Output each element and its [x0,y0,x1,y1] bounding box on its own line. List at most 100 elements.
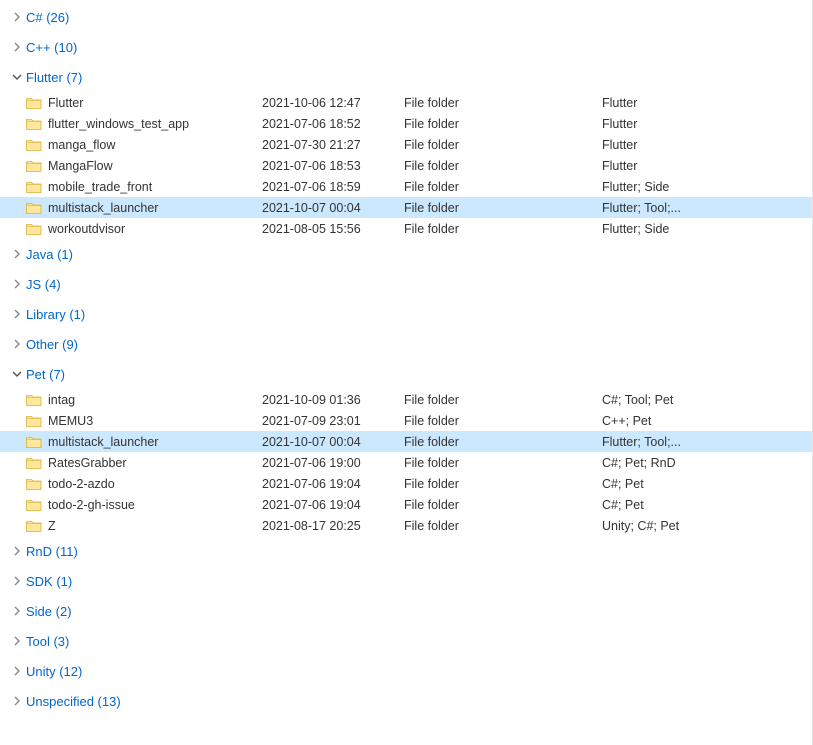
file-name-cell: manga_flow [26,138,262,152]
group-label: Side (2) [26,604,72,619]
file-tags: Unity; C#; Pet [602,519,812,533]
chevron-right-icon [10,636,24,646]
chevron-right-icon [10,696,24,706]
file-name: intag [48,393,75,407]
file-type: File folder [404,477,602,491]
file-type: File folder [404,414,602,428]
chevron-down-icon [10,369,24,379]
file-row[interactable]: multistack_launcher2021-10-07 00:04File … [0,197,812,218]
file-row[interactable]: flutter_windows_test_app 2021-07-06 18:52… [0,113,812,134]
file-row[interactable]: mobile_trade_front2021-07-06 18:59File f… [0,176,812,197]
folder-icon [26,201,42,215]
folder-icon [26,393,42,407]
file-name-cell: MEMU3 [26,414,262,428]
file-row[interactable]: manga_flow2021-07-30 21:27File folderFlu… [0,134,812,155]
group-label: Java (1) [26,247,73,262]
group-label: Other (9) [26,337,78,352]
chevron-right-icon [10,576,24,586]
file-date: 2021-10-07 00:04 [262,201,404,215]
group-header-js[interactable]: JS (4) [0,269,812,299]
group-label: Pet (7) [26,367,65,382]
group-label: C++ (10) [26,40,77,55]
file-name-cell: workoutdvisor [26,222,262,236]
file-tags: Flutter [602,138,812,152]
group-header-rnd[interactable]: RnD (11) [0,536,812,566]
file-date: 2021-07-06 19:04 [262,498,404,512]
folder-icon [26,477,42,491]
file-name: MEMU3 [48,414,93,428]
group-header-flutter[interactable]: Flutter (7) [0,62,812,92]
group-header-side[interactable]: Side (2) [0,596,812,626]
file-date: 2021-07-06 18:52 [262,117,404,131]
group-label: JS (4) [26,277,61,292]
file-name-cell: mobile_trade_front [26,180,262,194]
file-row[interactable]: RatesGrabber2021-07-06 19:00File folderC… [0,452,812,473]
group-label: C# (26) [26,10,69,25]
group-header-tool[interactable]: Tool (3) [0,626,812,656]
group-header-library[interactable]: Library (1) [0,299,812,329]
group-header-java[interactable]: Java (1) [0,239,812,269]
folder-icon [26,180,42,194]
file-name-cell: Z [26,519,262,533]
file-type: File folder [404,96,602,110]
folder-icon [26,138,42,152]
file-row[interactable]: workoutdvisor2021-08-05 15:56File folder… [0,218,812,239]
file-tags: Flutter [602,159,812,173]
file-type: File folder [404,180,602,194]
file-row[interactable]: MangaFlow2021-07-06 18:53File folderFlut… [0,155,812,176]
file-row[interactable]: Flutter2021-10-06 12:47File folderFlutte… [0,92,812,113]
folder-icon [26,96,42,110]
file-tags: Flutter; Side [602,180,812,194]
file-name: multistack_launcher [48,435,158,449]
file-date: 2021-07-06 18:59 [262,180,404,194]
file-name: multistack_launcher [48,201,158,215]
file-name-cell: todo-2-gh-issue [26,498,262,512]
file-row[interactable]: MEMU32021-07-09 23:01File folderC++; Pet [0,410,812,431]
chevron-right-icon [10,546,24,556]
file-name-cell: Flutter [26,96,262,110]
group-label: Unity (12) [26,664,82,679]
group-header-other[interactable]: Other (9) [0,329,812,359]
folder-icon [26,519,42,533]
file-tags: Flutter [602,96,812,110]
file-row[interactable]: intag2021-10-09 01:36File folderC#; Tool… [0,389,812,410]
file-date: 2021-08-05 15:56 [262,222,404,236]
file-type: File folder [404,456,602,470]
file-row[interactable]: Z2021-08-17 20:25File folderUnity; C#; P… [0,515,812,536]
file-row[interactable]: multistack_launcher2021-10-07 00:04File … [0,431,812,452]
file-name-cell: intag [26,393,262,407]
group-label: Library (1) [26,307,85,322]
file-date: 2021-07-06 18:53 [262,159,404,173]
file-row[interactable]: todo-2-gh-issue2021-07-06 19:04File fold… [0,494,812,515]
file-name: todo-2-azdo [48,477,115,491]
group-header-unity[interactable]: Unity (12) [0,656,812,686]
chevron-right-icon [10,666,24,676]
file-tags: C#; Tool; Pet [602,393,812,407]
file-name-cell: multistack_launcher [26,201,262,215]
file-tags: Flutter [602,117,812,131]
file-date: 2021-07-30 21:27 [262,138,404,152]
file-name: todo-2-gh-issue [48,498,135,512]
group-header-cpp[interactable]: C++ (10) [0,32,812,62]
file-name-cell: flutter_windows_test_app [26,117,262,131]
file-type: File folder [404,159,602,173]
file-row[interactable]: todo-2-azdo2021-07-06 19:04File folderC#… [0,473,812,494]
file-type: File folder [404,117,602,131]
file-name: Flutter [48,96,83,110]
group-header-sdk[interactable]: SDK (1) [0,566,812,596]
group-label: SDK (1) [26,574,72,589]
group-label: RnD (11) [26,544,78,559]
group-header-csharp[interactable]: C# (26) [0,2,812,32]
file-tags: C#; Pet [602,498,812,512]
folder-icon [26,456,42,470]
group-header-unspecified[interactable]: Unspecified (13) [0,686,812,716]
file-type: File folder [404,138,602,152]
group-header-pet[interactable]: Pet (7) [0,359,812,389]
file-name: flutter_windows_test_app [48,117,189,131]
file-date: 2021-10-09 01:36 [262,393,404,407]
file-type: File folder [404,519,602,533]
chevron-right-icon [10,339,24,349]
folder-icon [26,222,42,236]
chevron-right-icon [10,279,24,289]
chevron-right-icon [10,606,24,616]
